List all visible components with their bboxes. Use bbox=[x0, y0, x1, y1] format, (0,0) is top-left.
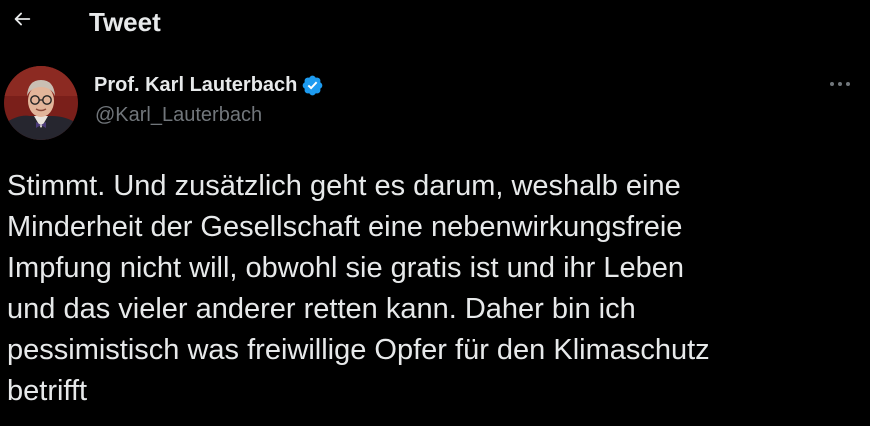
author-name-row: Prof. Karl Lauterbach bbox=[94, 72, 324, 98]
verified-badge-icon bbox=[301, 74, 324, 97]
tweet-line: Minderheit der Gesellschaft eine nebenwi… bbox=[7, 211, 683, 243]
top-header: Tweet bbox=[0, 0, 870, 46]
tweet-line: und das vieler anderer retten kann. Dahe… bbox=[7, 293, 636, 325]
avatar-image bbox=[4, 66, 78, 140]
author-handle[interactable]: @Karl_Lauterbach bbox=[95, 102, 262, 128]
back-button[interactable] bbox=[4, 3, 40, 39]
tweet-line: pessimistisch was freiwillige Opfer für … bbox=[7, 334, 710, 366]
tweet-line: Impfung nicht will, obwohl sie gratis is… bbox=[7, 252, 685, 284]
tweet-line: Stimmt. Und zusätzlich geht es darum, we… bbox=[7, 170, 681, 202]
more-options-button[interactable] bbox=[820, 70, 860, 98]
ellipsis-icon bbox=[828, 75, 852, 93]
arrow-left-icon bbox=[11, 8, 33, 35]
author-display-name[interactable]: Prof. Karl Lauterbach bbox=[94, 72, 297, 98]
page-title: Tweet bbox=[89, 7, 161, 37]
avatar[interactable] bbox=[4, 66, 78, 140]
tweet-text: Stimmt. Und zusätzlich geht es darum, we… bbox=[7, 166, 865, 412]
tweet-line: betrifft bbox=[7, 375, 88, 407]
